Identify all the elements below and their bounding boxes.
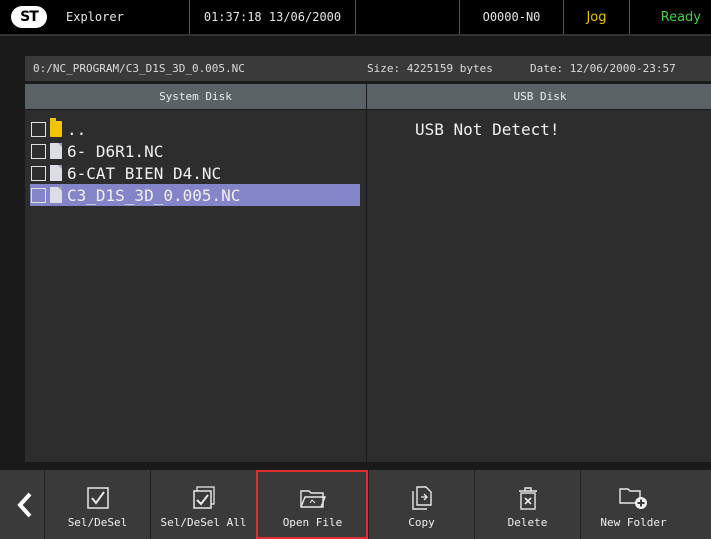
trash-icon <box>518 486 538 510</box>
mode-indicator: Jog <box>564 0 630 34</box>
copy-button[interactable]: Copy <box>368 470 474 539</box>
new-folder-label: New Folder <box>600 516 667 529</box>
usb-not-detected-message: USB Not Detect! <box>415 120 560 139</box>
new-folder-button[interactable]: New Folder <box>580 470 686 539</box>
bottom-toolbar: Sel/DeSel Sel/DeSel All Open File Copy D… <box>0 470 711 539</box>
usb-disk-header: USB Disk <box>367 84 711 109</box>
sel-desel-all-label: Sel/DeSel All <box>160 516 247 529</box>
file-size: Size: 4225159 bytes <box>367 62 493 75</box>
copy-label: Copy <box>408 516 435 529</box>
copy-icon <box>411 486 432 510</box>
open-folder-icon <box>299 486 326 510</box>
file-icon <box>50 165 62 181</box>
status-bar: ST Explorer 01:37:18 13/06/2000 O0000-N0… <box>0 0 711 36</box>
sel-desel-all-button[interactable]: Sel/DeSel All <box>150 470 256 539</box>
usb-disk-panel[interactable]: USB Not Detect! <box>367 110 711 462</box>
status-blank-cell <box>356 0 460 34</box>
checkbox-icon <box>86 486 109 510</box>
file-checkbox[interactable] <box>31 187 46 203</box>
delete-button[interactable]: Delete <box>474 470 580 539</box>
file-date: Date: 12/06/2000-23:57 <box>530 62 676 75</box>
file-name: .. <box>67 119 87 139</box>
logo: ST <box>0 0 58 34</box>
sel-desel-button[interactable]: Sel/DeSel <box>44 470 150 539</box>
file-info-bar: 0:/NC_PROGRAM/C3_D1S_3D_0.005.NC Size: 4… <box>25 56 711 81</box>
file-row[interactable]: 6-CAT BIEN D4.NC <box>31 162 221 184</box>
file-row-parent[interactable]: .. <box>31 118 86 140</box>
folder-icon <box>50 118 62 137</box>
file-checkbox[interactable] <box>31 165 46 181</box>
file-icon <box>50 143 62 159</box>
file-icon <box>50 187 62 203</box>
system-disk-panel[interactable]: .. 6- D6R1.NC 6-CAT BIEN D4.NC C3_D1S_3D… <box>25 110 366 462</box>
logo-badge: ST <box>11 6 47 28</box>
file-path: 0:/NC_PROGRAM/C3_D1S_3D_0.005.NC <box>33 62 245 75</box>
sel-desel-label: Sel/DeSel <box>67 516 128 529</box>
file-row[interactable]: 6- D6R1.NC <box>31 140 163 162</box>
file-checkbox[interactable] <box>31 143 46 159</box>
file-name: C3_D1S_3D_0.005.NC <box>67 185 241 205</box>
new-folder-icon <box>618 486 649 510</box>
clock-readout: 01:37:18 13/06/2000 <box>190 0 356 34</box>
file-name: 6-CAT BIEN D4.NC <box>67 163 222 183</box>
back-button[interactable] <box>10 470 40 539</box>
open-file-label: Open File <box>282 516 343 529</box>
multi-checkbox-icon <box>192 486 216 510</box>
delete-label: Delete <box>507 516 548 529</box>
system-disk-header: System Disk <box>25 84 366 109</box>
chevron-left-icon <box>17 492 32 517</box>
file-name: 6- D6R1.NC <box>67 141 164 161</box>
program-number: O0000-N0 <box>460 0 564 34</box>
ready-status: Ready <box>660 9 701 25</box>
file-checkbox[interactable] <box>31 121 46 137</box>
file-row-selected[interactable]: C3_D1S_3D_0.005.NC <box>30 184 360 206</box>
open-file-button[interactable]: Open File <box>256 470 368 539</box>
window-title: Explorer <box>58 0 190 34</box>
